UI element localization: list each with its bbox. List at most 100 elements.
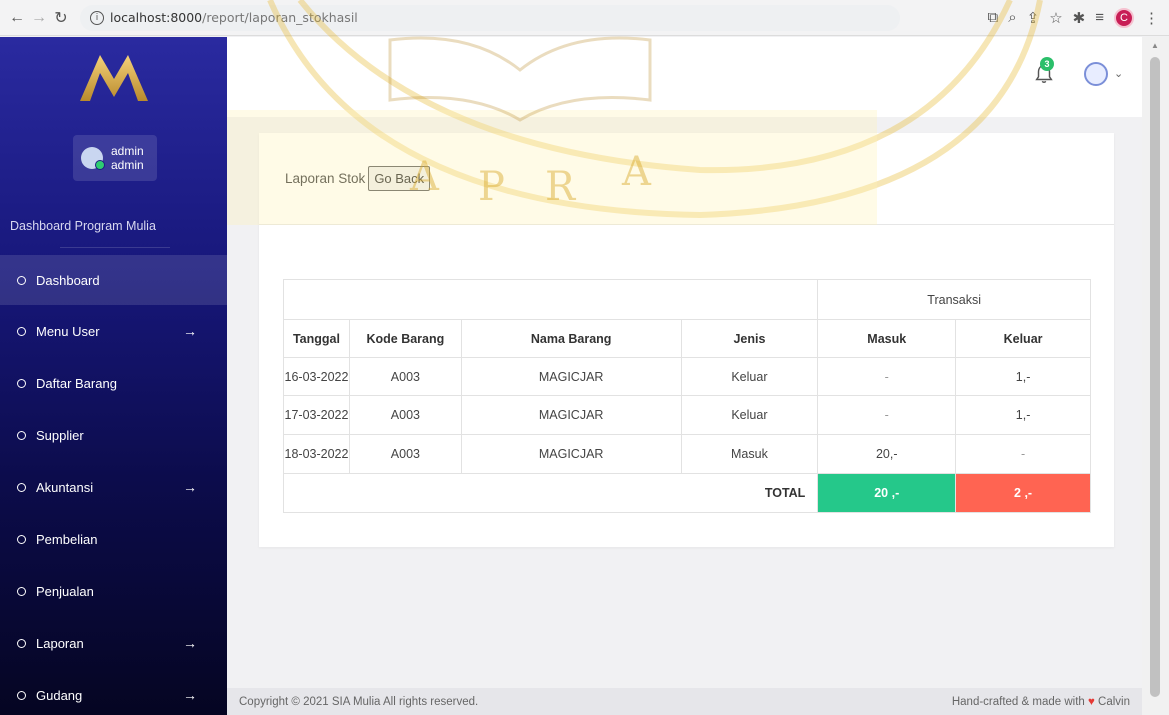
sidebar-item-label: Dashboard (36, 272, 100, 288)
cell-tanggal: 18-03-2022 (283, 434, 350, 474)
cell-masuk: 20,- (817, 434, 957, 474)
report-card: Laporan Stok Go Back Transaksi Tanggal K… (259, 133, 1114, 547)
circle-icon (17, 430, 26, 440)
circle-icon (17, 690, 26, 700)
cell-nama-barang: MAGICJAR (460, 395, 682, 435)
sidebar-section-title: Dashboard Program Mulia (10, 219, 156, 233)
circle-icon (17, 378, 26, 388)
credit-text: Hand-crafted & made with ♥ Calvin (952, 696, 1130, 708)
total-keluar: 2 ,- (955, 473, 1091, 513)
table-row: 16-03-2022 A003 MAGICJAR Keluar - 1,- (283, 357, 1091, 396)
column-header-keluar: Keluar (955, 319, 1091, 358)
page-title: Laporan Stok (285, 171, 366, 186)
cell-keluar: 1,- (955, 357, 1091, 396)
cell-kode-barang: A003 (348, 357, 462, 396)
cell-tanggal: 16-03-2022 (283, 357, 350, 396)
sidebar-item-label: Menu User (36, 323, 100, 339)
copyright-text: Copyright © 2021 SIA Mulia All rights re… (239, 695, 479, 708)
circle-icon (17, 275, 26, 285)
sidebar-divider (60, 247, 170, 248)
go-back-button[interactable]: Go Back (368, 166, 431, 191)
reload-icon[interactable]: ↻ (50, 7, 72, 29)
sidebar-item-menu-user[interactable]: Menu User → (0, 305, 227, 357)
circle-icon (17, 586, 26, 596)
header-user-avatar[interactable] (1084, 62, 1108, 86)
scrollbar-thumb[interactable] (1150, 57, 1160, 697)
app-logo[interactable] (0, 37, 227, 117)
cell-keluar: - (955, 434, 1091, 474)
circle-icon (17, 482, 26, 492)
cell-jenis: Masuk (680, 434, 819, 474)
scroll-up-icon[interactable]: ▲ (1151, 41, 1159, 50)
cell-jenis: Keluar (680, 395, 819, 435)
url-path: /report/laporan_stokhasil (202, 10, 358, 25)
arrow-right-icon: → (183, 635, 197, 651)
table-row: 18-03-2022 A003 MAGICJAR Masuk 20,- - (283, 434, 1091, 474)
user-profile-card[interactable]: admin admin (73, 135, 157, 181)
sidebar-item-label: Akuntansi (36, 479, 94, 495)
column-header-kode-barang: Kode Barang (348, 319, 462, 358)
total-masuk: 20 ,- (817, 473, 957, 513)
sidebar-item-penjualan[interactable]: Penjualan (0, 565, 227, 617)
heart-icon: ♥ (1088, 695, 1095, 708)
notification-badge: 3 (1040, 57, 1054, 71)
chevron-down-icon[interactable]: ⌄ (1114, 67, 1123, 80)
card-header: Laporan Stok Go Back (259, 133, 1114, 225)
column-header-tanggal: Tanggal (283, 319, 350, 358)
total-label: TOTAL (282, 473, 819, 513)
credit-prefix: Hand-crafted & made with (951, 695, 1085, 708)
sidebar-item-pembelian[interactable]: Pembelian (0, 513, 227, 565)
user-role: admin (111, 158, 144, 172)
sidebar: admin admin Dashboard Program Mulia Dash… (0, 37, 227, 715)
cell-kode-barang: A003 (348, 434, 462, 474)
sidebar-item-label: Penjualan (36, 583, 94, 599)
browser-toolbar: ← → ↻ i localhost:8000/report/laporan_st… (0, 0, 1169, 36)
info-icon[interactable]: i (90, 10, 104, 25)
transaksi-group-header: Transaksi (817, 279, 1091, 320)
total-row: TOTAL 20 ,- 2 ,- (282, 473, 1091, 513)
cell-nama-barang: MAGICJAR (460, 434, 682, 474)
share-icon[interactable]: ⇪ (1027, 9, 1040, 27)
cell-tanggal: 17-03-2022 (283, 395, 350, 435)
page-scrollbar[interactable]: ▲ (1142, 37, 1169, 715)
sidebar-item-gudang[interactable]: Gudang → (0, 669, 227, 715)
sidebar-item-akuntansi[interactable]: Akuntansi → (0, 461, 227, 513)
sidebar-item-laporan[interactable]: Laporan → (0, 617, 227, 669)
sidebar-item-supplier[interactable]: Supplier (0, 409, 227, 461)
column-header-masuk: Masuk (817, 319, 957, 358)
column-header-nama-barang: Nama Barang (460, 319, 682, 358)
reading-list-icon[interactable]: ≡ (1095, 9, 1104, 26)
sidebar-item-dashboard[interactable]: Dashboard (0, 255, 227, 305)
arrow-right-icon: → (183, 687, 197, 703)
cell-nama-barang: MAGICJAR (460, 357, 682, 396)
user-name: admin (111, 144, 144, 158)
sidebar-item-label: Laporan (36, 635, 84, 651)
cell-masuk: - (817, 357, 957, 396)
address-bar[interactable]: i localhost:8000/report/laporan_stokhasi… (80, 4, 900, 31)
arrow-right-icon: → (183, 323, 197, 339)
cell-jenis: Keluar (680, 357, 819, 396)
cell-keluar: 1,- (955, 395, 1091, 435)
sidebar-item-label: Gudang (36, 687, 83, 703)
circle-icon (17, 534, 26, 544)
extensions-icon[interactable]: ✱ (1073, 9, 1086, 27)
circle-icon (17, 326, 26, 336)
cell-kode-barang: A003 (348, 395, 462, 435)
column-header-jenis: Jenis (680, 319, 819, 358)
sidebar-menu: Dashboard Menu User → Daftar Barang Supp… (0, 255, 227, 715)
sidebar-item-label: Daftar Barang (36, 375, 117, 391)
credit-name: Calvin (1098, 695, 1130, 708)
url-host: localhost:8000 (110, 10, 203, 25)
arrow-right-icon: → (183, 479, 197, 495)
zoom-icon[interactable]: ⌕ (1008, 9, 1016, 26)
sidebar-item-daftar-barang[interactable]: Daftar Barang (0, 357, 227, 409)
translate-icon[interactable]: ⧉ (988, 9, 999, 26)
table-header-spacer (282, 279, 818, 320)
forward-icon[interactable]: → (28, 7, 50, 29)
bookmark-star-icon[interactable]: ☆ (1049, 9, 1062, 27)
back-icon[interactable]: ← (6, 7, 28, 29)
cell-masuk: - (817, 395, 957, 435)
user-avatar (81, 147, 105, 170)
browser-menu-icon[interactable]: ⋮ (1144, 9, 1159, 27)
profile-avatar[interactable]: C (1114, 7, 1134, 28)
